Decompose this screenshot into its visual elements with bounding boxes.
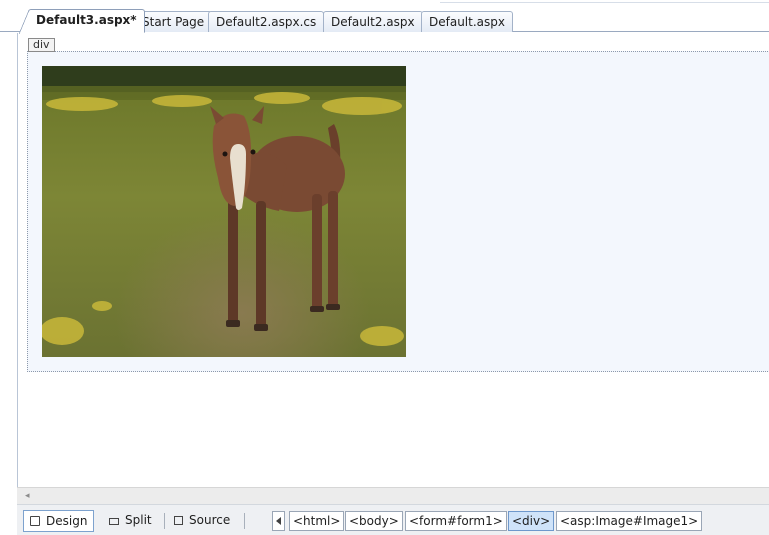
tab-start-page[interactable]: Start Page: [134, 11, 213, 32]
document-tab-strip: Default3.aspx* Start Page Default2.aspx.…: [0, 8, 769, 34]
design-view-icon: [30, 516, 40, 526]
split-view-label: Split: [125, 513, 152, 527]
foal-photo: [42, 66, 406, 357]
design-view-label: Design: [46, 514, 88, 528]
view-separator-2: [244, 513, 245, 529]
breadcrumb-body[interactable]: <body>: [345, 511, 403, 531]
breadcrumb-div[interactable]: <div>: [508, 511, 555, 531]
scroll-left-arrow-icon[interactable]: ◂: [25, 491, 30, 501]
source-view-label: Source: [189, 513, 231, 527]
split-view-button[interactable]: Split: [103, 510, 158, 532]
tab-default2-aspx-cs[interactable]: Default2.aspx.cs: [208, 11, 325, 32]
asp-image-foal[interactable]: [42, 66, 406, 357]
tab-default3-aspx[interactable]: Default3.aspx*: [19, 9, 145, 34]
breadcrumb-back-icon[interactable]: [272, 511, 285, 531]
source-view-button[interactable]: Source: [168, 510, 236, 532]
top-chrome: [0, 0, 769, 8]
view-separator: [164, 513, 165, 529]
breadcrumb-asp-image[interactable]: <asp:Image#Image1>: [556, 511, 703, 531]
breadcrumb-form1[interactable]: <form#form1>: [405, 511, 507, 531]
horizontal-scrollbar[interactable]: ◂: [17, 487, 769, 504]
split-view-icon: [109, 518, 119, 525]
design-view-button[interactable]: Design: [23, 510, 95, 532]
vs-design-editor: Default3.aspx* Start Page Default2.aspx.…: [0, 0, 769, 535]
view-mode-bar: Design Split Source <html> <body> <form#…: [17, 504, 769, 535]
tab-default2-aspx[interactable]: Default2.aspx: [323, 11, 423, 32]
editor-gutter: [0, 33, 17, 487]
source-view-icon: [174, 516, 183, 525]
tab-default-aspx[interactable]: Default.aspx: [421, 11, 513, 32]
element-tag-label[interactable]: div: [28, 38, 55, 52]
breadcrumb-html[interactable]: <html>: [289, 511, 345, 531]
